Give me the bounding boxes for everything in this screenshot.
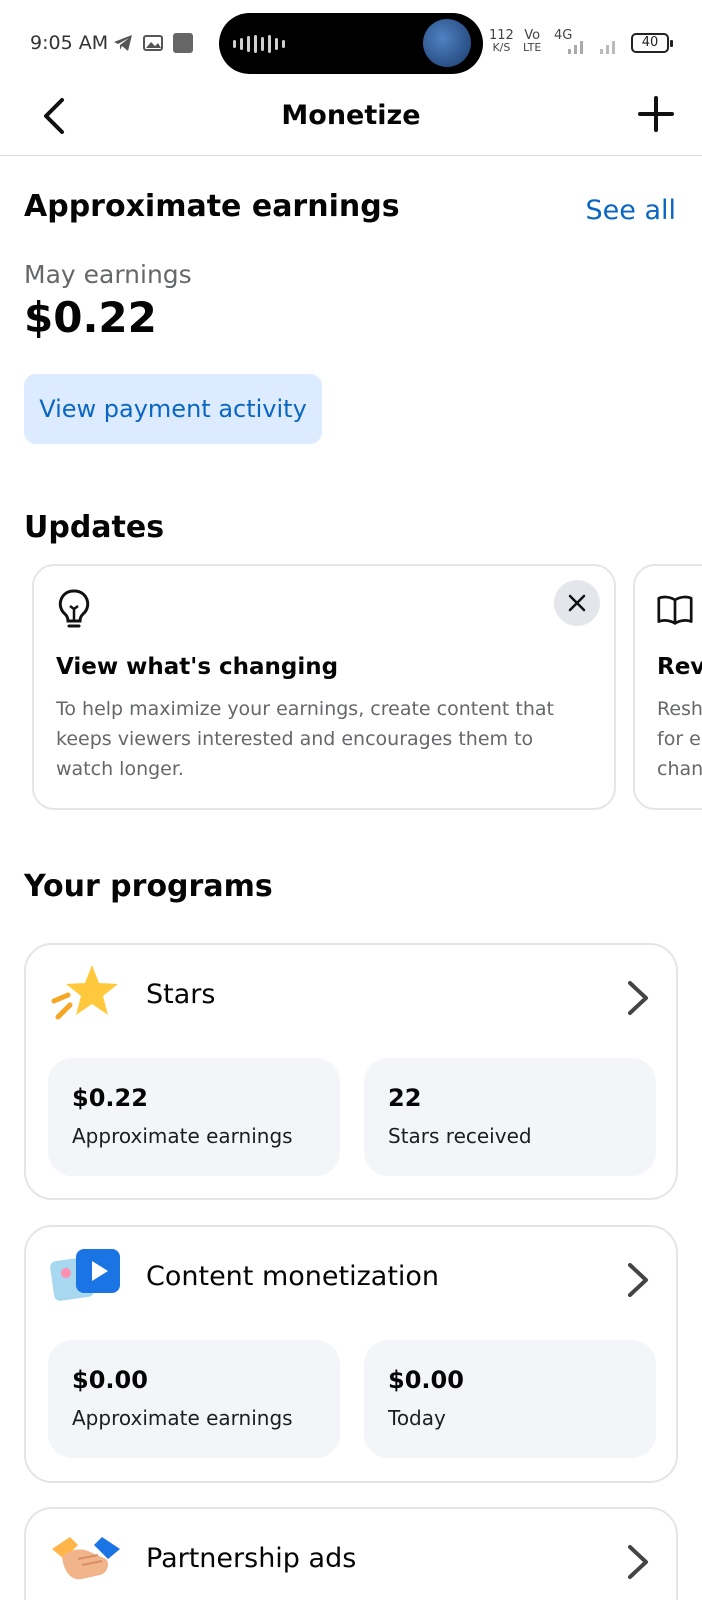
star-icon <box>51 965 118 1020</box>
status-bar: 9:05 AM 112 K/S Vo LTE 4G 40 <box>0 0 702 80</box>
earnings-period-label: May earnings <box>24 260 192 289</box>
update-card-title: Revi <box>657 654 702 680</box>
stat-value: $0.00 <box>72 1366 148 1394</box>
stat-label: Today <box>388 1406 446 1430</box>
stat-value: 22 <box>388 1084 422 1112</box>
app-notification-icon <box>173 33 193 53</box>
status-time: 9:05 AM <box>30 32 109 54</box>
program-card-partnership-ads[interactable]: Partnership ads <box>24 1507 678 1600</box>
program-name: Partnership ads <box>146 1543 357 1574</box>
stat-label: Stars received <box>388 1124 532 1148</box>
stat-approximate-earnings: $0.00 Approximate earnings <box>48 1340 340 1458</box>
see-all-link[interactable]: See all <box>586 195 677 226</box>
update-card-body: To help maximize your earnings, create c… <box>56 698 555 780</box>
media-artwork <box>423 19 471 67</box>
monetize-screen: 9:05 AM 112 K/S Vo LTE 4G 40 Monetize Ap… <box>0 0 702 1600</box>
view-payment-activity-button[interactable]: View payment activity <box>24 374 322 444</box>
lightbulb-icon <box>58 589 90 628</box>
program-card-content-monetization[interactable]: Content monetization $0.00 Approximate e… <box>24 1225 678 1483</box>
handshake-icon <box>52 1537 120 1580</box>
chevron-right-icon[interactable] <box>626 1261 650 1299</box>
dynamic-island[interactable] <box>219 13 483 74</box>
dismiss-update-button[interactable] <box>554 580 600 626</box>
stat-stars-received: 22 Stars received <box>364 1058 656 1176</box>
program-card-stars[interactable]: Stars $0.22 Approximate earnings 22 Star… <box>24 943 678 1200</box>
book-icon <box>657 595 693 625</box>
stat-approximate-earnings: $0.22 Approximate earnings <box>48 1058 340 1176</box>
chevron-right-icon[interactable] <box>626 1543 650 1581</box>
stat-value: $0.22 <box>72 1084 148 1112</box>
telegram-icon <box>114 35 132 51</box>
close-icon <box>568 594 586 612</box>
update-card[interactable]: Revi Resh for e chan <box>633 564 702 810</box>
volte-indicator: Vo LTE <box>523 29 542 54</box>
audio-wave-icon <box>233 35 285 53</box>
earnings-amount: $0.22 <box>24 293 157 342</box>
net-speed: 112 K/S <box>489 29 514 54</box>
app-header: Monetize <box>0 80 702 156</box>
programs-title: Your programs <box>24 869 273 904</box>
stat-today: $0.00 Today <box>364 1340 656 1458</box>
plus-icon[interactable] <box>636 94 676 134</box>
update-card[interactable]: View what's changing To help maximize yo… <box>32 564 616 810</box>
program-name: Content monetization <box>146 1261 440 1292</box>
stat-label: Approximate earnings <box>72 1124 293 1148</box>
battery-icon: 40 <box>631 33 673 53</box>
signal-icon <box>568 41 583 54</box>
signal-icon-2 <box>600 41 615 54</box>
video-content-icon <box>50 1249 120 1301</box>
stat-label: Approximate earnings <box>72 1406 293 1430</box>
chevron-right-icon[interactable] <box>626 979 650 1017</box>
earnings-title: Approximate earnings <box>24 189 400 224</box>
stat-value: $0.00 <box>388 1366 464 1394</box>
updates-title: Updates <box>24 510 165 545</box>
net-speed-unit: K/S <box>492 41 511 54</box>
photos-icon <box>143 35 163 51</box>
volte-bottom: LTE <box>523 41 542 54</box>
program-name: Stars <box>146 979 216 1010</box>
update-card-body: Resh for e chan <box>657 698 702 780</box>
page-title: Monetize <box>281 100 421 131</box>
update-card-title: View what's changing <box>56 654 339 680</box>
